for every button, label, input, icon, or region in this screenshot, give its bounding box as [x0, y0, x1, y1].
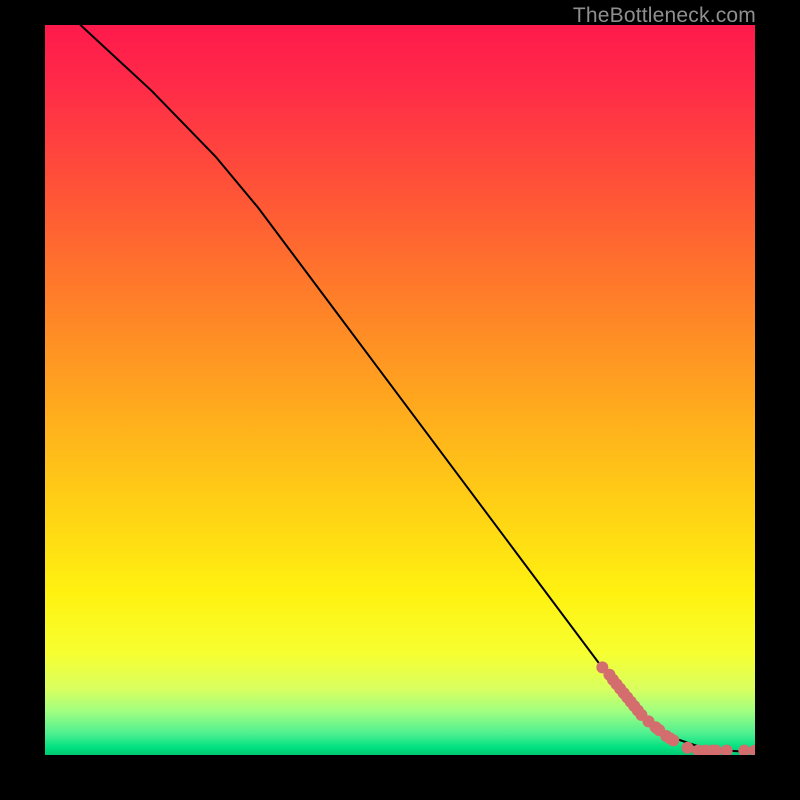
- chart-svg: [45, 25, 755, 755]
- points-scatter: [596, 661, 755, 755]
- curve-line: [81, 25, 756, 752]
- chart-frame: TheBottleneck.com: [0, 0, 800, 800]
- plot-area: [45, 25, 755, 755]
